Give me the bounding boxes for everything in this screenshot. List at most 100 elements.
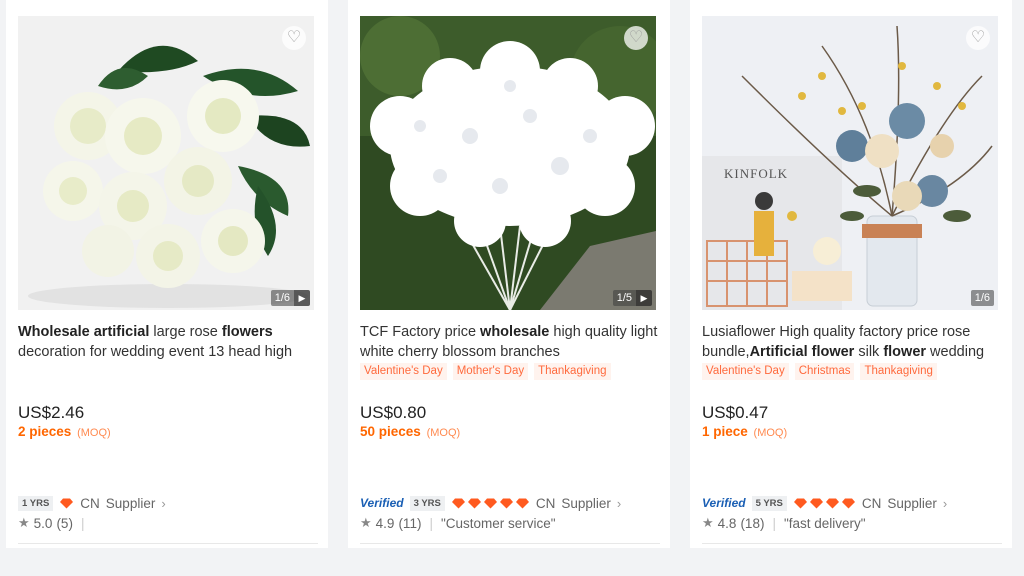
divider [702,543,1002,544]
divider: | [772,515,776,531]
image-counter: 1/6 ▶ [270,290,310,306]
supplier-info[interactable]: 1 YRS CN Supplier › [18,494,166,512]
supplier-years-badge: 1 YRS [18,495,54,511]
product-card[interactable]: ♡ 1/5 ▶ TCF Factory price wholesale high… [348,0,670,548]
product-image[interactable]: ♡ 1/6 ▶ [18,16,314,310]
title-part: decoration for wedding event 13 head hig… [18,344,293,360]
cherry-blossom-image [360,16,656,310]
star-icon: ★ [360,515,372,530]
supplier-years-badge: 5 YRS [751,495,787,511]
rating-value: 4.8 [717,515,737,531]
supplier-country: CN [861,495,882,511]
moq-value: 2 pieces [18,424,72,439]
divider [360,543,660,544]
rose-bouquet-image [18,16,314,310]
supplier-country: CN [535,495,556,511]
moq: 50 pieces (MOQ) [360,424,460,439]
image-counter-text: 1/6 [270,290,294,306]
moq: 1 piece (MOQ) [702,424,787,439]
review-tag: "fast delivery" [783,515,866,531]
verified-badge: Verified [702,496,746,510]
star-icon: ★ [18,515,30,530]
rating-row: ★ 4.8 (18) | "fast delivery" [702,514,866,532]
diamond-icon [841,498,855,508]
diamond-icon [825,498,839,508]
rating-value: 4.9 [375,515,395,531]
favorite-button[interactable]: ♡ [624,26,648,50]
chevron-right-icon: › [161,495,166,511]
divider [18,543,318,544]
moq-value: 50 pieces [360,424,421,439]
title-part: large rose [149,324,222,340]
heart-outline-icon: ♡ [286,29,302,46]
title-part: TCF Factory price [360,324,481,340]
tag-list: Valentine's Day Christmas Thankagiving [702,363,937,380]
supplier-label: Supplier [561,495,611,511]
divider: | [80,515,85,531]
moq-value: 1 piece [702,424,748,439]
favorite-button[interactable]: ♡ [282,26,306,50]
favorite-button[interactable]: ♡ [966,26,990,50]
chevron-right-icon: › [942,495,948,511]
rating-row: ★ 5.0 (5) | [18,514,88,532]
play-icon[interactable]: ▶ [636,290,652,306]
diamond-icon [483,498,497,508]
title-part: flowers [221,324,273,340]
tag: Valentine's Day [702,363,789,380]
title-part: Artificial flower [749,344,855,360]
moq: 2 pieces (MOQ) [18,424,111,439]
title-part: wedding [926,344,985,360]
moq-label: (MOQ) [426,427,461,439]
image-counter-text: 1/6 [970,290,994,306]
title-part: Wholesale artificial [18,324,150,340]
play-icon[interactable]: ▶ [294,290,310,306]
supplier-label: Supplier [887,495,937,511]
product-price: US$2.46 [18,403,85,422]
diamond-icon [467,498,481,508]
product-price: US$0.47 [702,403,769,422]
moq-label: (MOQ) [753,427,788,439]
title-part: silk [854,344,884,360]
diamond-icon [60,498,74,508]
tag: Thankagiving [534,363,611,380]
product-card[interactable]: ♡ 1/6 ▶ Wholesale artificial large rose … [6,0,328,548]
title-part: wholesale [480,324,550,340]
product-title[interactable]: TCF Factory price wholesale high quality… [360,322,660,362]
image-counter: 1/6 [970,290,994,306]
diamond-icon [809,498,823,508]
review-count: (5) [56,515,73,531]
image-counter-text: 1/5 [612,290,636,306]
image-counter: 1/5 ▶ [612,290,652,306]
rating-value: 5.0 [33,515,53,531]
tag: Christmas [794,363,855,380]
heart-outline-icon: ♡ [628,29,644,46]
review-tag: "Customer service" [440,515,556,531]
product-title[interactable]: Lusiaflower High quality factory price r… [702,322,1002,362]
review-count: (11) [398,515,422,531]
product-title[interactable]: Wholesale artificial large rose flowers … [18,322,318,362]
verified-badge: Verified [360,496,404,510]
title-part: flower [883,344,927,360]
tag: Thankagiving [860,363,937,380]
supplier-label: Supplier [105,495,156,511]
supplier-country: CN [80,495,100,511]
diamond-icon [793,498,807,508]
supplier-years-badge: 3 YRS [409,495,445,511]
supplier-info[interactable]: Verified 3 YRS CN Supplier › [360,494,621,512]
chevron-right-icon: › [616,495,622,511]
supplier-info[interactable]: Verified 5 YRS CN Supplier › [702,494,947,512]
tag: Valentine's Day [360,363,447,380]
flower-arrangement-image: KINFOLK [702,16,998,310]
heart-outline-icon: ♡ [970,29,986,46]
diamond-icon [451,498,465,508]
kinfolk-text: KINFOLK [724,166,788,181]
tag-list: Valentine's Day Mother's Day Thankagivin… [360,363,611,380]
product-image[interactable]: ♡ 1/5 ▶ [360,16,656,310]
product-image[interactable]: KINFOLK ♡ 1/6 [702,16,998,310]
supplier-level [451,498,530,509]
tag: Mother's Day [452,363,529,380]
divider: | [429,515,433,531]
product-card[interactable]: KINFOLK ♡ 1/6 Lusiaflower High quality f… [690,0,1012,548]
supplier-level [793,498,856,509]
star-icon: ★ [702,515,714,530]
